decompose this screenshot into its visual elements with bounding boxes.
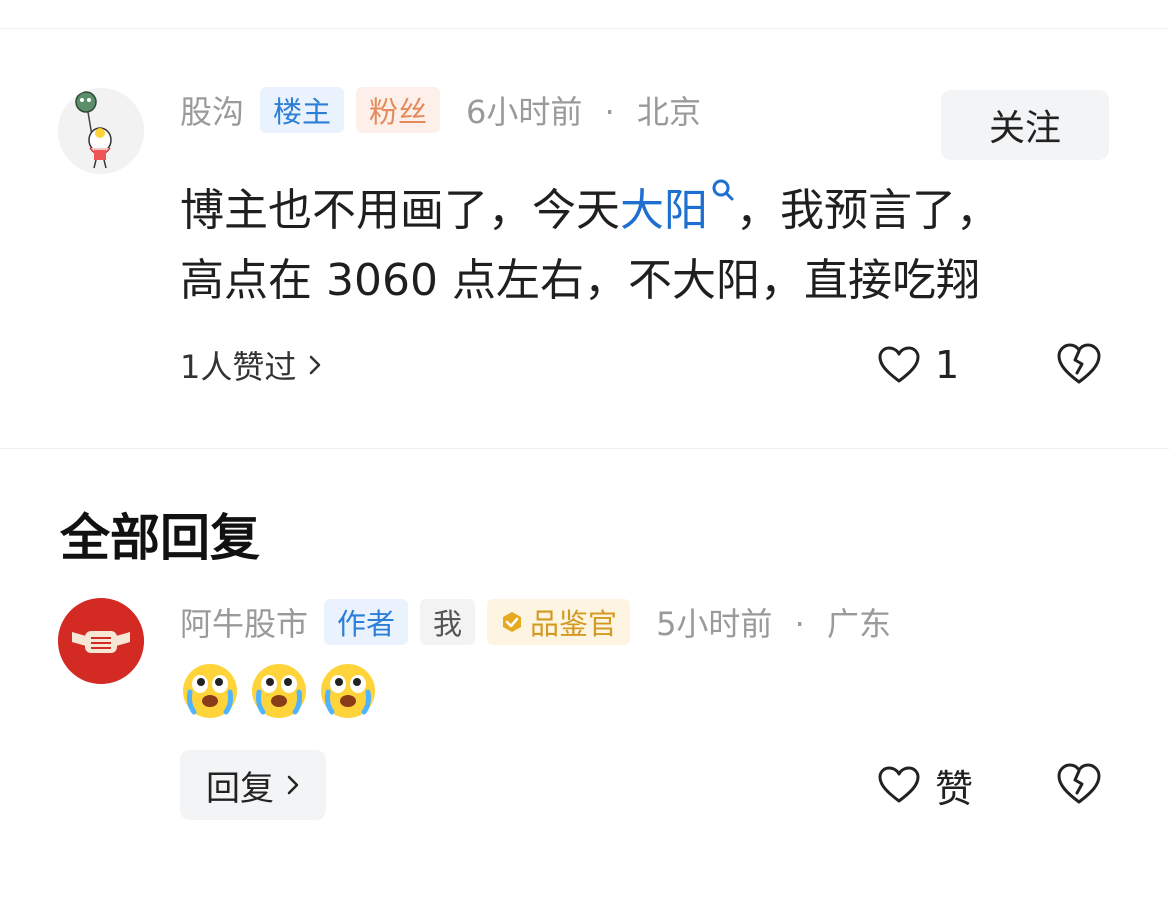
- me-badge: 我: [420, 599, 476, 645]
- reply-button[interactable]: 回复: [180, 750, 326, 820]
- heart-icon: [878, 766, 920, 803]
- keyword-link[interactable]: 大阳: [620, 179, 736, 236]
- reply-avatar[interactable]: [58, 598, 144, 684]
- crying-emoji-icon: [183, 664, 237, 718]
- location-text: 北京: [636, 93, 701, 131]
- time-text: 6小时前: [466, 93, 583, 131]
- reply-time-text: 5小时前: [656, 605, 773, 643]
- crying-emoji-icon: [321, 664, 375, 718]
- fan-badge: 粉丝: [356, 87, 441, 133]
- username[interactable]: 股沟: [180, 87, 244, 133]
- follow-button[interactable]: 关注: [941, 90, 1109, 160]
- connoisseur-label: 品鉴官: [530, 607, 618, 641]
- reply-button-label: 回复: [206, 768, 274, 809]
- avatar[interactable]: [58, 88, 144, 174]
- replies-section-title: 全部回复: [60, 509, 260, 567]
- op-badge: 楼主: [260, 87, 345, 133]
- comment-text: 博主也不用画了，今天大阳 ，我预言了， 高点在 3060 点左右，不大阳，直接吃翔: [180, 176, 1110, 316]
- comment-meta: 股沟 楼主 粉丝 6小时前 · 北京: [180, 86, 701, 134]
- broken-heart-icon[interactable]: [1056, 762, 1102, 806]
- comment-text-prefix: 博主也不用画了，今天: [180, 185, 620, 236]
- reply-username[interactable]: 阿牛股市: [180, 599, 308, 645]
- section-divider: [0, 448, 1169, 449]
- likers-label: 1人赞过: [180, 348, 297, 386]
- likers-link[interactable]: 1人赞过: [180, 340, 322, 390]
- reply-like-label: 赞: [935, 766, 974, 811]
- comment-line-1: 博主也不用画了，今天大阳 ，我预言了，: [180, 176, 1110, 246]
- search-mini-icon: [712, 179, 734, 201]
- reply-location-text: 广东: [826, 605, 891, 643]
- top-divider: [0, 28, 1169, 29]
- reply-timestamp: 5小时前 · 广东: [656, 599, 891, 645]
- connoisseur-badge: 品鉴官: [487, 599, 631, 645]
- comment-text-suffix: ，我预言了，: [736, 185, 1000, 236]
- crying-emoji-icon: [252, 664, 306, 718]
- broken-heart-icon[interactable]: [1056, 342, 1102, 386]
- chevron-right-icon: [287, 775, 299, 795]
- comment-line-2: 高点在 3060 点左右，不大阳，直接吃翔: [180, 255, 980, 306]
- timestamp: 6小时前 · 北京: [466, 87, 701, 133]
- like-count: 1: [935, 343, 960, 387]
- chevron-right-icon: [310, 355, 321, 375]
- keyword-text: 大阳: [620, 185, 708, 236]
- author-badge: 作者: [324, 599, 409, 645]
- mask-logo-icon: [58, 598, 144, 684]
- reply-like-button[interactable]: 赞: [877, 760, 974, 811]
- reply-separator-dot: ·: [794, 605, 805, 643]
- avatar-cartoon-icon: [58, 88, 144, 174]
- separator-dot: ·: [604, 93, 615, 131]
- reply-meta: 阿牛股市 作者 我 品鉴官 5小时前 · 广东: [180, 598, 891, 646]
- reply-emoji-content: [180, 660, 387, 720]
- check-badge-icon: [503, 612, 522, 632]
- heart-icon: [878, 346, 920, 383]
- like-button[interactable]: 1: [877, 340, 959, 390]
